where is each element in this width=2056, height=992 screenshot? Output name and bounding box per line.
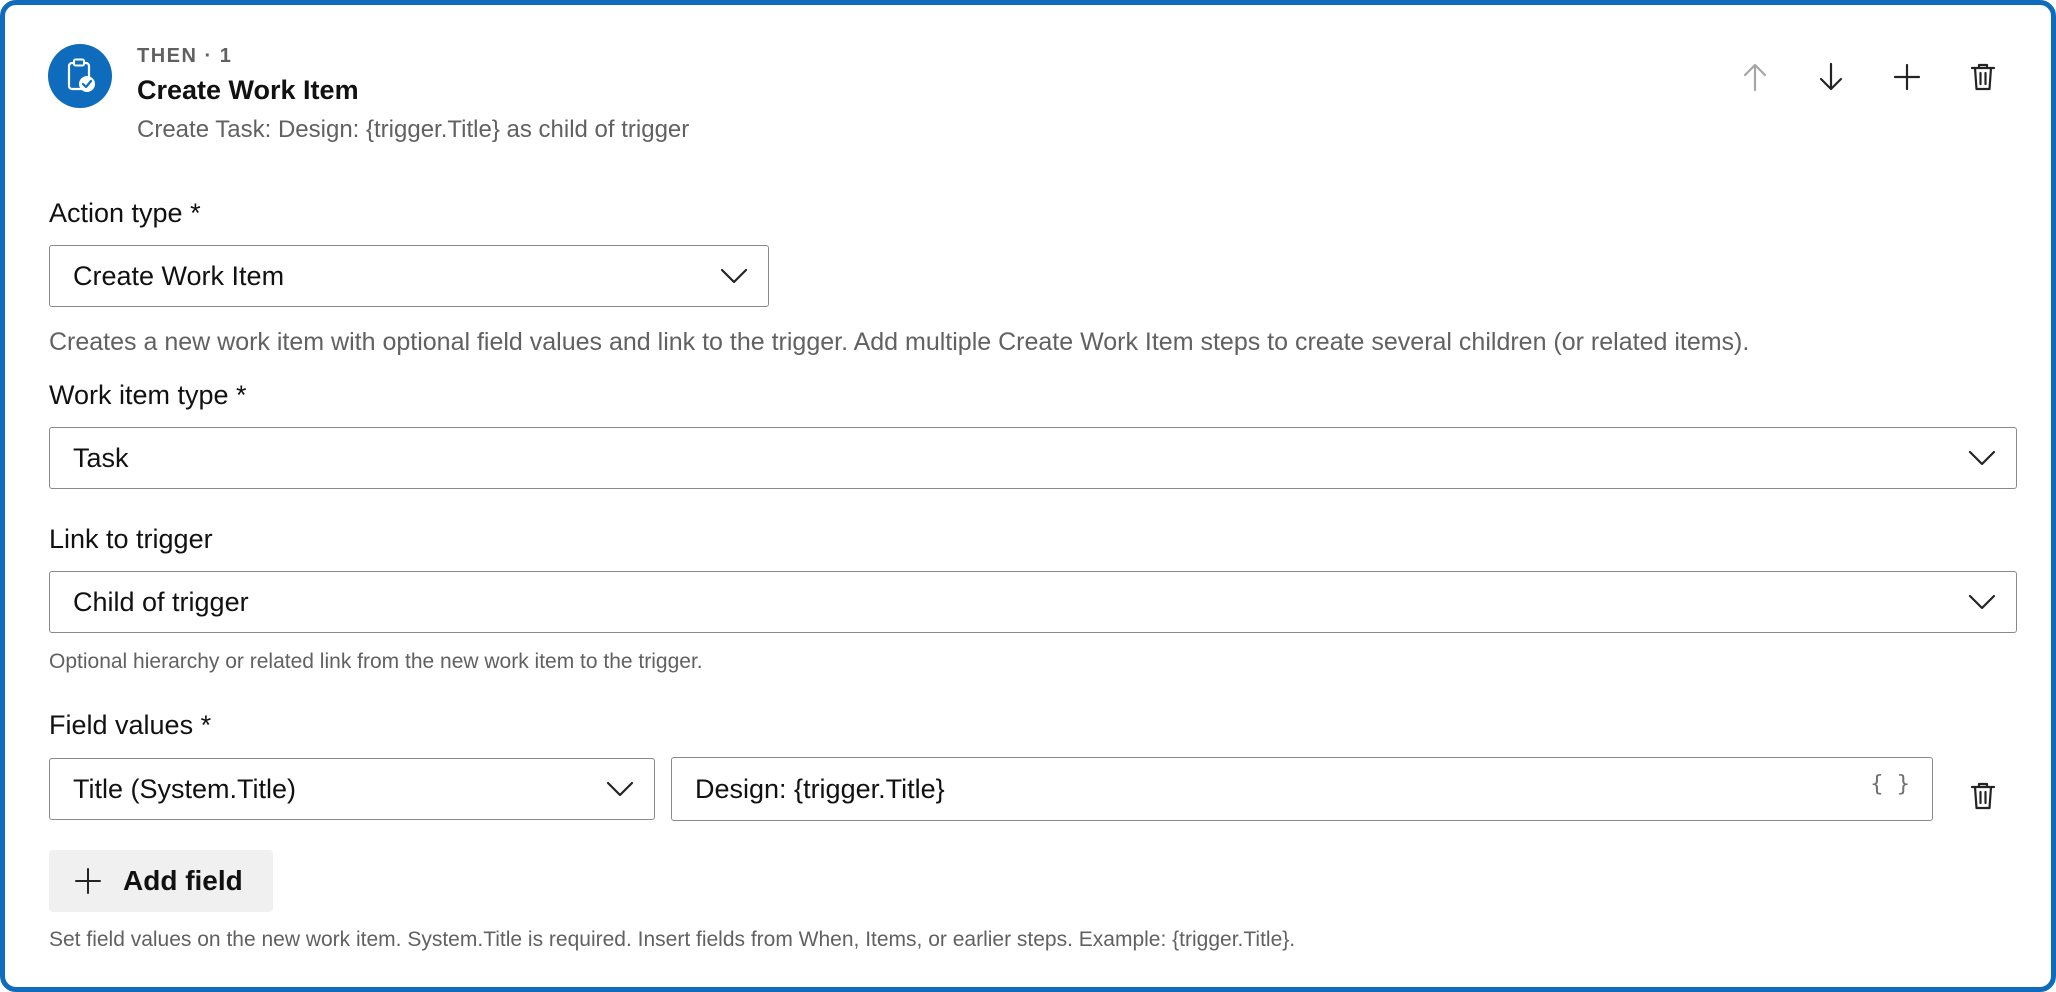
field-name-value: Title (System.Title) <box>73 773 297 804</box>
link-to-trigger-select[interactable]: Child of trigger <box>49 571 2017 633</box>
add-field-button[interactable]: Add field <box>49 850 273 912</box>
link-to-trigger-label: Link to trigger <box>49 524 213 554</box>
chevron-down-icon <box>606 781 634 797</box>
field-values-label: Field values * <box>49 710 212 740</box>
chevron-down-icon <box>720 268 748 284</box>
delete-step-button[interactable] <box>1963 57 2003 97</box>
action-step-card: THEN · 1 Create Work Item Create Task: D… <box>0 0 2056 992</box>
field-name-select[interactable]: Title (System.Title) <box>49 758 655 820</box>
add-field-label: Add field <box>123 865 243 896</box>
action-type-description: Creates a new work item with optional fi… <box>49 328 1750 356</box>
action-type-select[interactable]: Create Work Item <box>49 245 769 307</box>
plus-icon <box>75 868 101 894</box>
chevron-down-icon <box>1968 594 1996 610</box>
work-item-type-label: Work item type * <box>49 380 247 410</box>
action-type-label: Action type * <box>49 198 201 228</box>
work-item-type-select[interactable]: Task <box>49 427 2017 489</box>
add-step-button[interactable] <box>1887 57 1927 97</box>
move-up-button[interactable] <box>1735 57 1775 97</box>
chevron-down-icon <box>1968 450 1996 466</box>
trash-icon <box>1970 63 1996 91</box>
step-label: THEN · 1 <box>137 45 233 67</box>
action-type-value: Create Work Item <box>73 260 285 291</box>
field-value-text: Design: {trigger.Title} <box>695 773 945 804</box>
step-title: Create Work Item <box>137 75 359 105</box>
insert-token-button[interactable]: { } <box>1870 772 1910 797</box>
work-item-type-value: Task <box>73 442 129 473</box>
arrow-up-icon <box>1743 63 1767 92</box>
plus-icon <box>1893 63 1921 91</box>
clipboard-check-icon <box>48 44 112 108</box>
field-values-hint: Set field values on the new work item. S… <box>49 928 1296 951</box>
arrow-down-icon <box>1819 62 1843 91</box>
trash-icon <box>1970 782 1996 810</box>
step-summary: Create Task: Design: {trigger.Title} as … <box>137 116 690 143</box>
delete-field-button[interactable] <box>1963 776 2003 816</box>
field-value-input[interactable]: Design: {trigger.Title} { } <box>671 757 1933 821</box>
move-down-button[interactable] <box>1811 57 1851 97</box>
link-to-trigger-hint: Optional hierarchy or related link from … <box>49 650 703 673</box>
link-to-trigger-value: Child of trigger <box>73 586 249 617</box>
